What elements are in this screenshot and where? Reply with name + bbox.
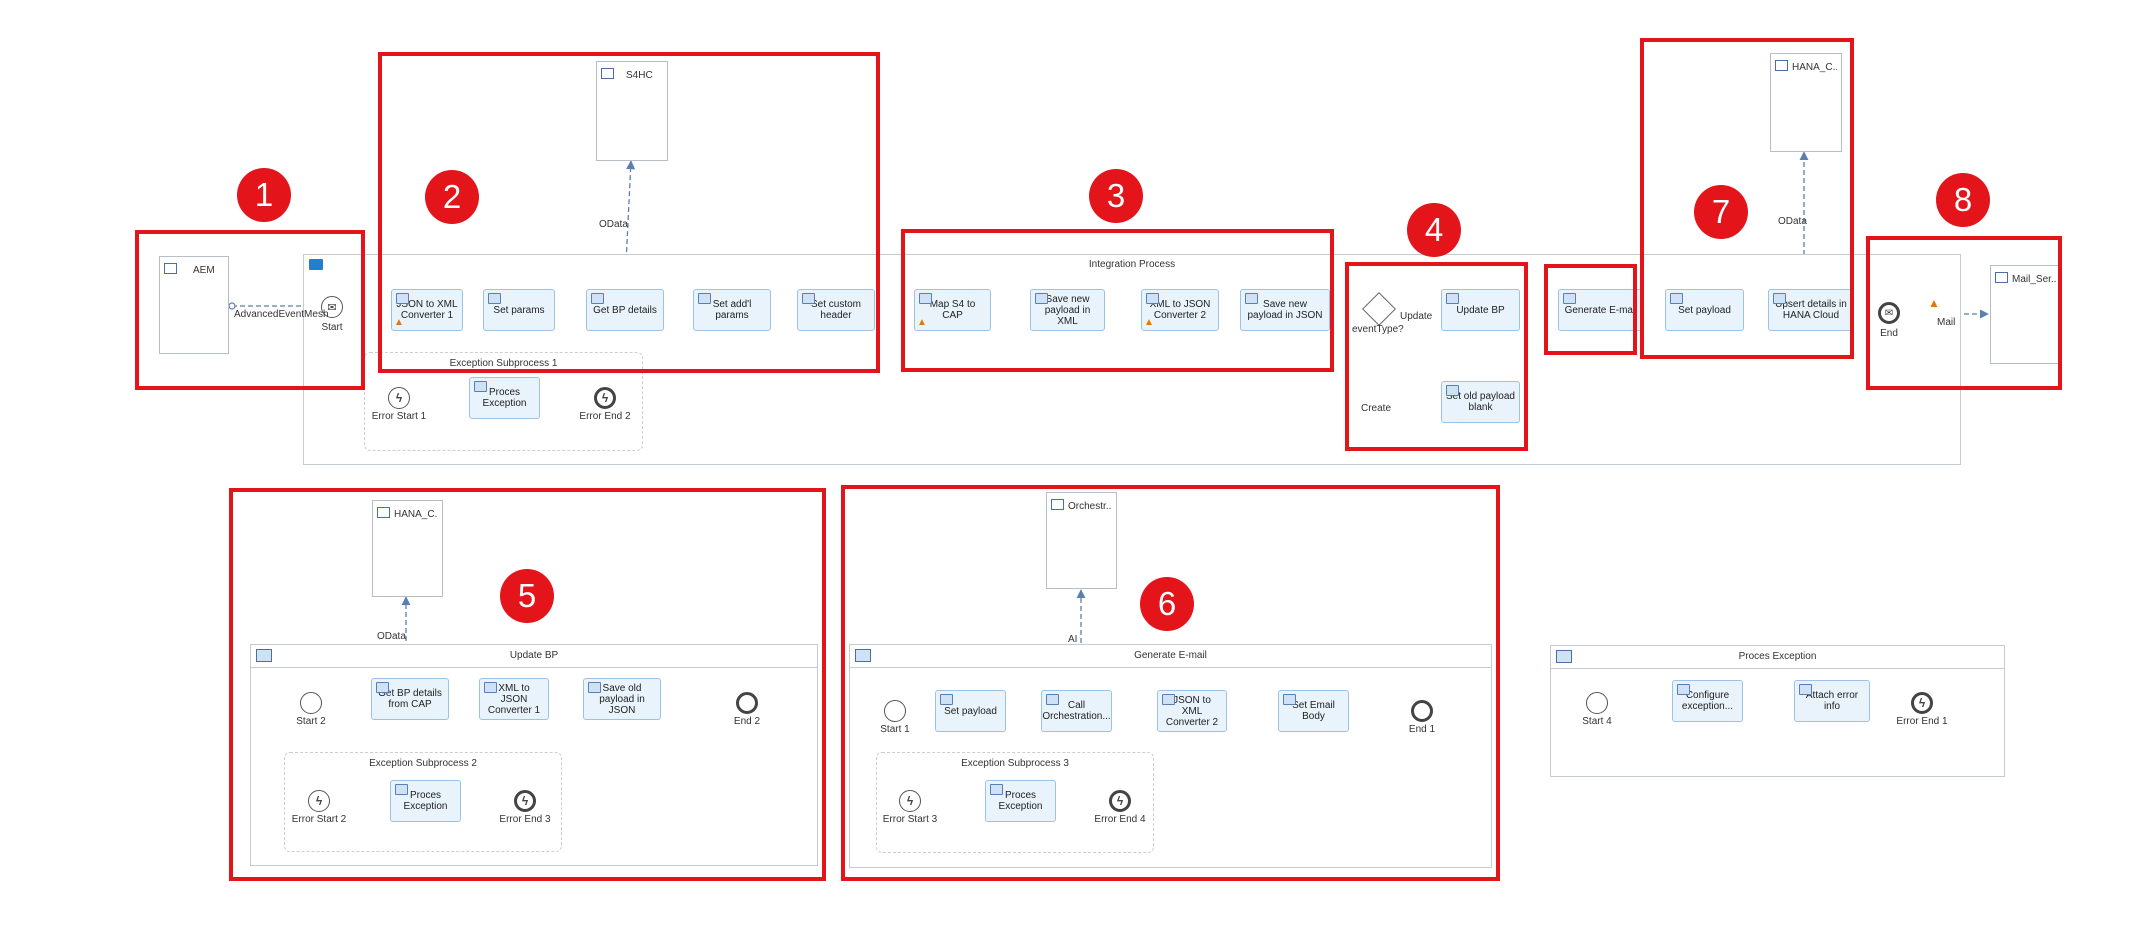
step-badge-1: 1: [237, 168, 291, 222]
script-icon: [1799, 684, 1812, 695]
pool-proces-exception: Proces Exception: [1550, 645, 2005, 777]
task-configure-exception[interactable]: Configure exception...: [1672, 680, 1743, 722]
script-icon: [1677, 684, 1690, 695]
highlight-box-3: [901, 229, 1334, 372]
highlight-box-7: [1640, 38, 1854, 359]
error-end-event[interactable]: ϟ: [1911, 692, 1933, 714]
start-event[interactable]: [1586, 692, 1608, 714]
step-badge-8: 8: [1936, 173, 1990, 227]
highlight-box-4: [1345, 262, 1528, 451]
highlight-box-gen-email: [1544, 264, 1637, 355]
highlight-box-6: [841, 485, 1500, 881]
pool-title: Proces Exception: [1738, 651, 1817, 662]
step-badge-7: 7: [1694, 185, 1748, 239]
task-attach-error-info[interactable]: Attach error info: [1794, 680, 1870, 722]
step-badge-5: 5: [500, 569, 554, 623]
error-start-event[interactable]: ϟ: [388, 387, 410, 409]
event-label: Error Start 1: [371, 411, 427, 422]
event-label: Start 4: [1582, 716, 1612, 727]
process-call-icon: [474, 381, 487, 392]
task-proces-exception[interactable]: Proces Exception: [469, 377, 540, 419]
event-label: Error End 1: [1896, 716, 1948, 727]
highlight-box-8: [1866, 236, 2062, 390]
step-badge-6: 6: [1140, 577, 1194, 631]
error-end-event[interactable]: ϟ: [594, 387, 616, 409]
event-label: Error End 2: [579, 411, 631, 422]
step-badge-3: 3: [1089, 169, 1143, 223]
step-badge-2: 2: [425, 170, 479, 224]
step-badge-4: 4: [1407, 203, 1461, 257]
highlight-box-5: [229, 488, 826, 881]
highlight-box-1: [135, 230, 365, 390]
